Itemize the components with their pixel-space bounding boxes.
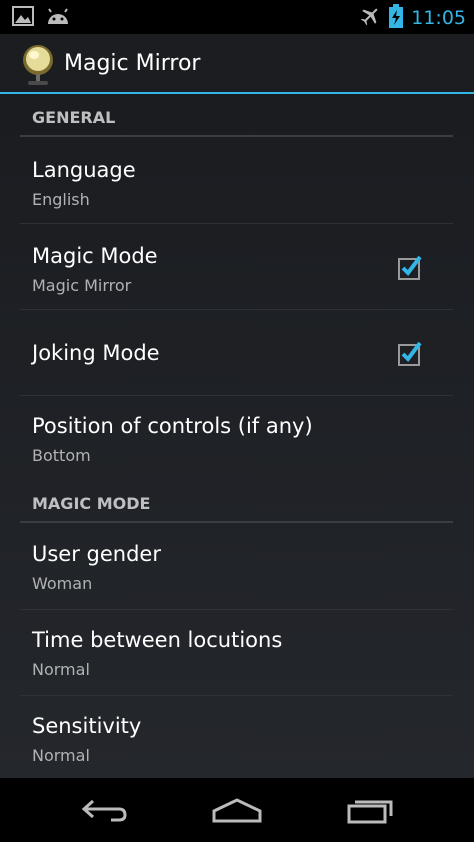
pref-position-of-controls[interactable]: Position of controls (if any) Bottom bbox=[20, 396, 453, 482]
magic-mode-checkbox[interactable] bbox=[398, 254, 422, 280]
settings-list[interactable]: GENERAL Language English Magic Mode Magi… bbox=[0, 94, 474, 778]
app-title: Magic Mirror bbox=[64, 51, 201, 76]
navigation-bar bbox=[0, 778, 474, 842]
gallery-icon bbox=[12, 6, 34, 30]
pref-title: Magic Mode bbox=[32, 244, 158, 268]
pref-joking-mode[interactable]: Joking Mode bbox=[20, 310, 453, 396]
pref-title: Position of controls (if any) bbox=[32, 414, 313, 438]
pref-summary: Normal bbox=[32, 660, 90, 679]
back-icon[interactable] bbox=[75, 790, 135, 830]
pref-summary: Bottom bbox=[32, 446, 91, 465]
pref-title: Sensitivity bbox=[32, 714, 142, 738]
android-icon bbox=[46, 6, 70, 30]
pref-magic-mode[interactable]: Magic Mode Magic Mirror bbox=[20, 224, 453, 310]
home-icon[interactable] bbox=[207, 790, 267, 830]
pref-title: Time between locutions bbox=[32, 628, 283, 652]
pref-title: Joking Mode bbox=[32, 341, 160, 365]
pref-user-gender[interactable]: User gender Woman bbox=[20, 524, 453, 610]
pref-title: User gender bbox=[32, 542, 161, 566]
section-header-general: GENERAL bbox=[20, 96, 453, 137]
pref-time-between-locutions[interactable]: Time between locutions Normal bbox=[20, 610, 453, 696]
pref-summary: English bbox=[32, 190, 90, 209]
pref-language[interactable]: Language English bbox=[20, 138, 453, 224]
airplane-icon bbox=[359, 5, 381, 31]
pref-summary: Magic Mirror bbox=[32, 276, 132, 295]
pref-summary: Woman bbox=[32, 574, 93, 593]
recent-apps-icon[interactable] bbox=[340, 790, 400, 830]
section-header-magic-mode: MAGIC MODE bbox=[20, 482, 453, 523]
status-bar: 11:05 bbox=[0, 0, 474, 34]
pref-summary: Normal bbox=[32, 746, 90, 765]
battery-charging-icon bbox=[389, 4, 404, 32]
pref-sensitivity[interactable]: Sensitivity Normal bbox=[20, 696, 453, 778]
action-bar: Magic Mirror bbox=[0, 34, 474, 94]
pref-title: Language bbox=[32, 158, 136, 182]
joking-mode-checkbox[interactable] bbox=[398, 340, 422, 366]
clock: 11:05 bbox=[411, 7, 466, 29]
mirror-icon[interactable] bbox=[18, 43, 58, 87]
